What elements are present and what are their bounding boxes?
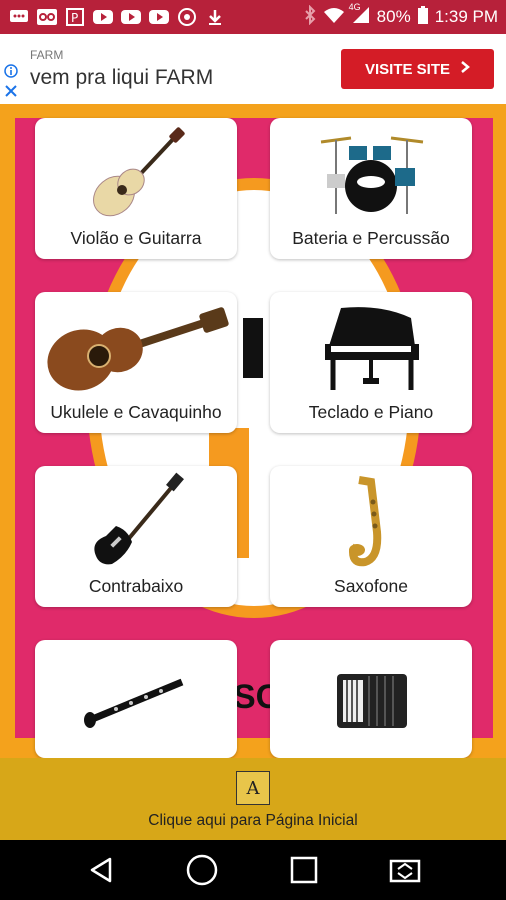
wifi-icon [323,6,345,29]
youtube-icon [92,8,114,26]
navigation-bar [0,840,506,900]
notification-icons: P [8,8,226,26]
background-logo-shape [243,318,263,378]
clock: 1:39 PM [434,7,498,26]
network-type: 4G [348,1,361,12]
visit-site-label: VISITE SITE [364,60,451,78]
status-bar: P 4G 80% 1:39 PM [0,0,506,34]
clarinet-icon [35,646,237,746]
svg-text:P: P [71,11,78,25]
category-card-violao[interactable]: Violão e Guitarra [35,118,237,259]
system-icons: 4G 80% 1:39 PM [303,2,498,30]
ad-brand: FARM [30,48,64,62]
guitar-icon [35,124,237,224]
chevron-right-icon [460,60,470,78]
battery-percent: 80% [376,7,411,26]
category-label: Ukulele e Cavaquinho [50,402,222,422]
category-grid-area: SC Violão e Guitarra Bateria e Percussão… [0,104,506,758]
battery-icon [417,5,429,30]
voicemail-icon [36,8,58,26]
bluetooth-icon [303,4,317,30]
youtube-icon [120,8,142,26]
category-label: Saxofone [334,576,408,596]
drum-kit-icon [270,124,472,224]
home-page-label[interactable]: Clique aqui para Página Inicial [0,812,506,830]
vpn-icon [176,8,198,26]
back-icon[interactable] [79,848,123,892]
ukulele-icon [35,298,237,398]
category-label: Violão e Guitarra [70,228,202,248]
category-card-clarinete[interactable] [35,640,237,758]
ad-title[interactable]: vem pra liqui FARM [30,66,213,90]
category-card-bateria[interactable]: Bateria e Percussão [270,118,472,259]
home-circle-icon[interactable] [180,848,224,892]
visit-site-button[interactable]: VISITE SITE [341,49,494,89]
category-label: Teclado e Piano [308,402,434,422]
category-card-contrabaixo[interactable]: Contrabaixo [35,466,237,607]
bass-guitar-icon [35,472,237,572]
app-logo-icon[interactable]: A [236,771,270,805]
youtube-icon [148,8,170,26]
category-label: Bateria e Percussão [292,228,450,248]
category-card-saxofone[interactable]: Saxofone [270,466,472,607]
saxophone-icon [270,472,472,572]
category-card-ukulele[interactable]: Ukulele e Cavaquinho [35,292,237,433]
category-label: Contrabaixo [88,576,184,596]
recents-icon[interactable] [282,848,326,892]
signal-icon: 4G [349,2,371,29]
accordion-icon [270,646,472,746]
category-card-piano[interactable]: Teclado e Piano [270,292,472,433]
messages-icon [8,8,30,26]
piano-icon [270,298,472,398]
category-card-acordeon[interactable] [270,640,472,758]
download-icon [204,8,226,26]
info-icon[interactable] [4,64,18,81]
home-page-bar[interactable]: A Clique aqui para Página Inicial [0,758,506,840]
screen-share-icon[interactable] [383,848,427,892]
close-icon[interactable] [4,84,18,103]
ad-banner[interactable]: FARM vem pra liqui FARM VISITE SITE [0,34,506,104]
flipboard-icon: P [64,8,86,26]
app-logo-letter: A [246,777,260,799]
